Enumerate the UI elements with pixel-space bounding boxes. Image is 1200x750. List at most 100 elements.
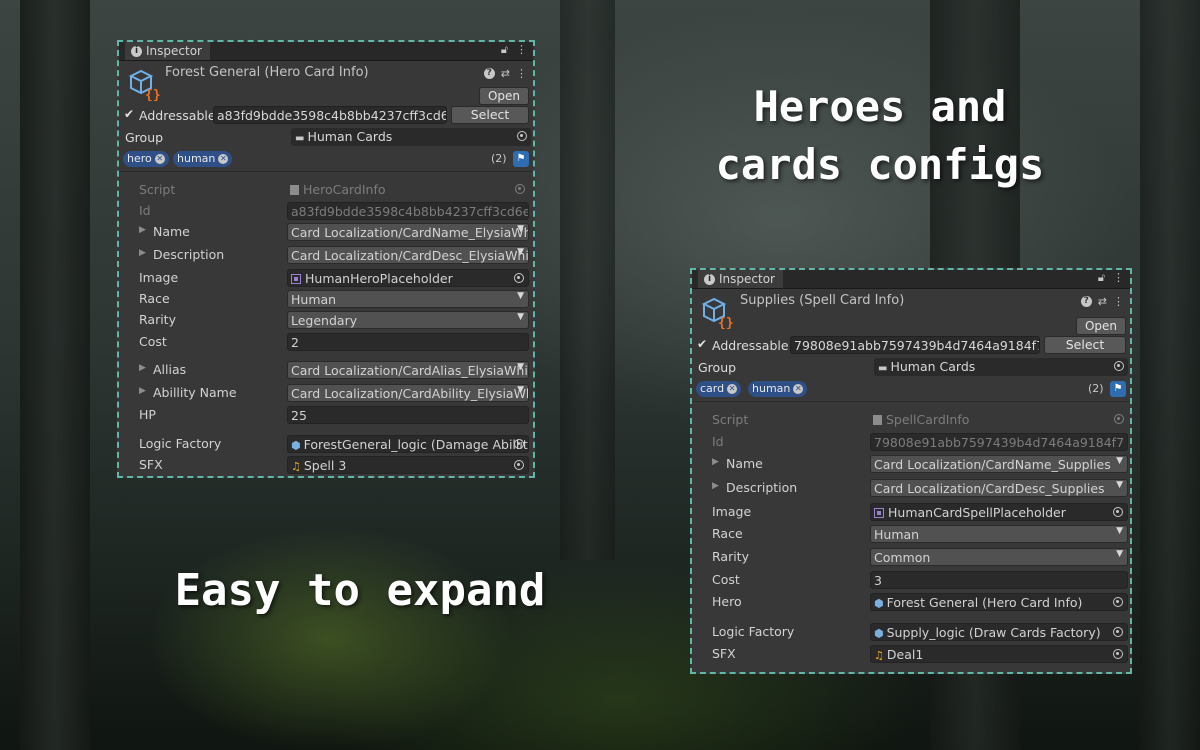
more-menu-icon[interactable]: ⋮	[1113, 295, 1124, 308]
prop-row-race: Race Human ▼	[692, 524, 1130, 544]
image-field[interactable]: HumanHeroPlaceholder	[287, 269, 529, 287]
group-value: Human Cards	[890, 359, 976, 374]
inspector-tab[interactable]: i Inspector	[698, 270, 783, 288]
object-picker-icon[interactable]	[517, 131, 527, 141]
hp-input[interactable]: 25	[287, 406, 529, 424]
object-picker-icon[interactable]	[1113, 627, 1123, 637]
name-value: Card Localization/CardName_ElysiaWhisper	[291, 225, 529, 240]
open-button[interactable]: Open	[478, 87, 529, 105]
prop-label: HP	[139, 407, 156, 422]
object-picker-icon[interactable]	[1113, 597, 1123, 607]
more-menu-icon[interactable]: ⋮	[1113, 271, 1124, 285]
inspector-panel-hero: i Inspector 🔓︎ ⋮ {} Forest General (Hero…	[117, 40, 535, 478]
addressable-row: ✔ Addressable 79808e91abb7597439b4d7464a…	[692, 335, 1130, 357]
rarity-dropdown[interactable]: Legendary ▼	[287, 311, 529, 329]
tag-icon[interactable]: ⚑	[513, 151, 529, 167]
logic-factory-field[interactable]: ⬢ForestGeneral_logic (Damage Abillity Fa…	[287, 435, 529, 453]
prop-row-logic-factory: Logic Factory ⬢ Supply_logic (Draw Cards …	[692, 622, 1130, 642]
preset-icon[interactable]: ⇄	[501, 67, 510, 80]
image-field[interactable]: HumanCardSpellPlaceholder	[870, 503, 1128, 521]
lock-icon[interactable]: 🔓︎	[501, 43, 508, 57]
remove-label-icon[interactable]: ✕	[218, 154, 229, 164]
description-value: Card Localization/CardDesc_Supplies	[874, 481, 1105, 496]
description-dropdown[interactable]: Card Localization/CardDesc_ElysiaWhisper…	[287, 246, 529, 264]
dropdown-arrow-icon: ▼	[517, 385, 524, 395]
expand-arrow-icon[interactable]: ▶	[712, 481, 719, 491]
open-button[interactable]: Open	[1075, 317, 1126, 335]
label-chip[interactable]: card ✕	[696, 381, 742, 397]
sfx-field[interactable]: ♫ Deal1	[870, 645, 1128, 663]
object-picker-icon[interactable]	[1113, 649, 1123, 659]
label-chip[interactable]: human ✕	[173, 151, 233, 167]
id-field: 79808e91abb7597439b4d7464a9184f7	[870, 433, 1128, 451]
expand-arrow-icon[interactable]: ▶	[139, 248, 146, 258]
expand-arrow-icon[interactable]: ▶	[139, 363, 146, 373]
addressable-row: ✔ Addressable a83fd9bdde3598c4b8bb4237cf…	[119, 105, 533, 127]
remove-label-icon[interactable]: ✕	[793, 384, 804, 394]
help-icon[interactable]: ?	[1080, 296, 1092, 307]
object-picker-icon[interactable]	[514, 273, 524, 283]
more-menu-icon[interactable]: ⋮	[516, 67, 527, 80]
label-chip[interactable]: hero ✕	[123, 151, 169, 167]
remove-label-icon[interactable]: ✕	[727, 384, 738, 394]
tab-icons: 🔓︎ ⋮	[501, 43, 527, 57]
prop-label: Script	[139, 182, 176, 197]
alias-dropdown[interactable]: Card Localization/CardAlias_ElysiaWhispe…	[287, 361, 529, 379]
scriptable-object-icon: {}	[128, 69, 161, 101]
race-dropdown[interactable]: Human ▼	[287, 290, 529, 308]
name-dropdown[interactable]: Card Localization/CardName_ElysiaWhisper…	[287, 223, 529, 241]
race-dropdown[interactable]: Human ▼	[870, 525, 1128, 543]
prop-row-alias: ▶ Allias Card Localization/CardAlias_Ely…	[119, 360, 533, 380]
group-label: Group	[125, 130, 164, 145]
rarity-value: Common	[874, 550, 931, 565]
logic-factory-value: Supply_logic (Draw Cards Factory)	[886, 625, 1101, 640]
prop-label: Rarity	[712, 549, 749, 564]
expand-arrow-icon[interactable]: ▶	[712, 457, 719, 467]
lock-icon[interactable]: 🔓︎	[1098, 271, 1105, 285]
labels-row: hero ✕ human ✕ (2) ⚑	[119, 149, 533, 172]
prop-label: Image	[139, 270, 179, 285]
prop-row-id: Id a83fd9bdde3598c4b8bb4237cff3cd6e	[119, 201, 533, 221]
select-button[interactable]: Select	[1044, 336, 1126, 354]
preset-icon[interactable]: ⇄	[1098, 295, 1107, 308]
select-button[interactable]: Select	[451, 106, 529, 124]
name-dropdown[interactable]: Card Localization/CardName_Supplies ▼	[870, 455, 1128, 473]
object-picker-icon[interactable]	[1113, 507, 1123, 517]
more-menu-icon[interactable]: ⋮	[516, 43, 527, 57]
addressable-checkbox[interactable]: ✔	[124, 108, 136, 120]
prop-row-name: ▶ Name Card Localization/CardName_Suppli…	[692, 454, 1130, 474]
tag-icon[interactable]: ⚑	[1110, 381, 1126, 397]
object-picker-icon[interactable]	[514, 439, 524, 449]
prop-row-description: ▶ Description Card Localization/CardDesc…	[119, 245, 533, 265]
label-chip-text: human	[752, 382, 791, 395]
object-picker-icon[interactable]	[1114, 361, 1124, 371]
address-field[interactable]: 79808e91abb7597439b4d7464a9184f7	[790, 336, 1040, 354]
rarity-dropdown[interactable]: Common ▼	[870, 548, 1128, 566]
group-field[interactable]: ▬ Human Cards	[874, 358, 1128, 376]
prop-row-image: Image HumanHeroPlaceholder	[119, 268, 533, 288]
inspector-tabbar: i Inspector 🔓︎ ⋮	[692, 270, 1130, 289]
ability-name-dropdown[interactable]: Card Localization/CardAbility_ElysiaWhis…	[287, 384, 529, 402]
prop-row-rarity: Rarity Common ▼	[692, 547, 1130, 567]
label-chip-text: human	[177, 152, 216, 165]
folder-icon: ▬	[878, 363, 888, 374]
logic-factory-field[interactable]: ⬢ Supply_logic (Draw Cards Factory)	[870, 623, 1128, 641]
expand-arrow-icon[interactable]: ▶	[139, 386, 146, 396]
remove-label-icon[interactable]: ✕	[154, 154, 165, 164]
group-field[interactable]: ▬ Human Cards	[291, 128, 531, 146]
label-chip[interactable]: human ✕	[748, 381, 808, 397]
asset-title: Forest General (Hero Card Info)	[165, 65, 369, 80]
cost-input[interactable]: 2	[287, 333, 529, 351]
addressable-checkbox[interactable]: ✔	[697, 338, 709, 350]
group-value: Human Cards	[307, 129, 393, 144]
address-field[interactable]: a83fd9bdde3598c4b8bb4237cff3cd6e	[213, 106, 447, 124]
hero-field[interactable]: ⬢ Forest General (Hero Card Info)	[870, 593, 1128, 611]
id-field: a83fd9bdde3598c4b8bb4237cff3cd6e	[287, 202, 529, 220]
expand-arrow-icon[interactable]: ▶	[139, 225, 146, 235]
sfx-field[interactable]: ♫ Spell 3	[287, 456, 529, 474]
description-dropdown[interactable]: Card Localization/CardDesc_Supplies ▼	[870, 479, 1128, 497]
cost-input[interactable]: 3	[870, 571, 1128, 589]
help-icon[interactable]: ?	[483, 68, 495, 79]
object-picker-icon[interactable]	[514, 460, 524, 470]
inspector-tab[interactable]: i Inspector	[125, 42, 210, 60]
